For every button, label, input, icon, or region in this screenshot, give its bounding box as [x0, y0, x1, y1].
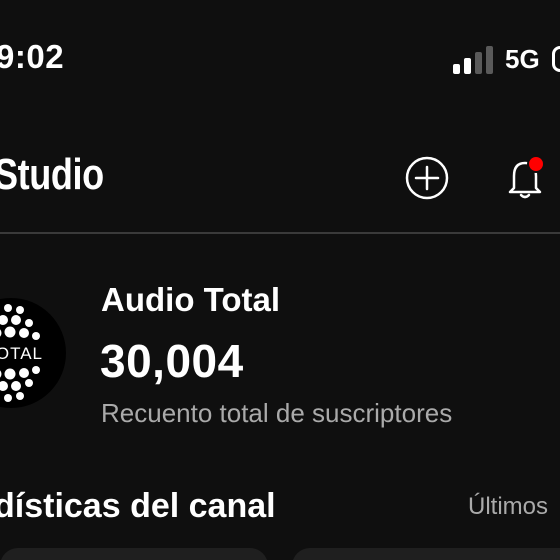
channel-avatar[interactable]: TOTAL: [0, 278, 66, 428]
notification-dot: [529, 157, 543, 171]
network-label: 5G: [505, 44, 540, 74]
notifications-icon[interactable]: [500, 152, 550, 202]
stats-card-right[interactable]: [292, 548, 560, 560]
subscriber-count: 30,004: [100, 335, 244, 387]
stats-card-left[interactable]: [0, 548, 268, 560]
page-title: Studio: [0, 150, 104, 199]
studio-screen: 9:02 5G Studio OTAL Audio Total 30,004 R…: [0, 0, 560, 560]
status-time: 9:02: [0, 38, 65, 75]
avatar-text: TOTAL: [0, 344, 43, 363]
create-icon[interactable]: [405, 156, 449, 200]
subscriber-label: Recuento total de suscriptores: [101, 398, 453, 428]
battery-icon: [552, 46, 560, 72]
stats-title: dísticas del canal: [0, 487, 276, 525]
signal-icon: [453, 46, 493, 74]
channel-name: Audio Total: [101, 281, 281, 318]
header-divider: [0, 232, 560, 234]
period-selector[interactable]: Últimos: [468, 493, 548, 521]
